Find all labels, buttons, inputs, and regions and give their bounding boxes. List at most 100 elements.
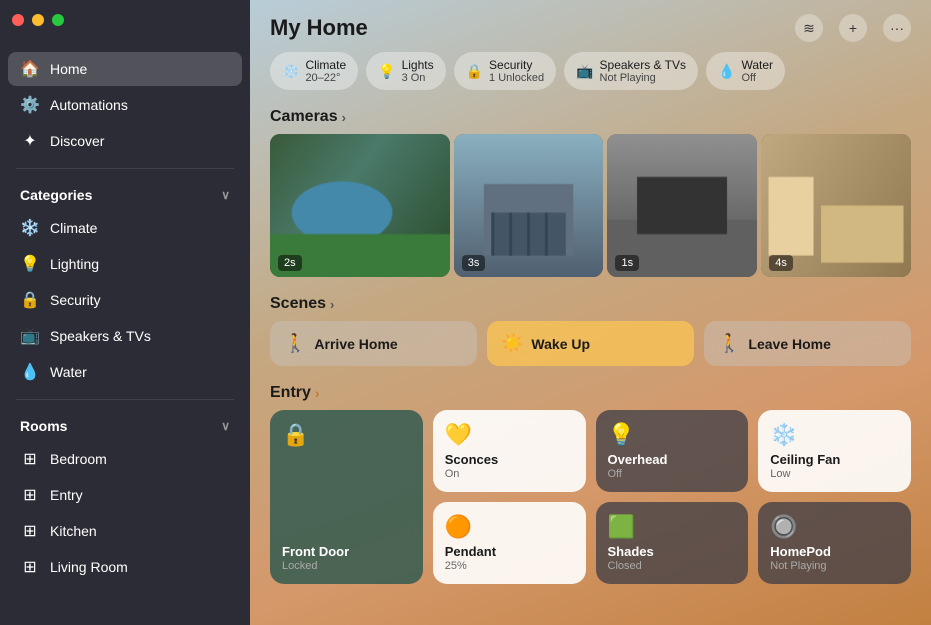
rooms-nav: ⊞Bedroom⊞Entry⊞Kitchen⊞Living Room: [0, 438, 250, 588]
homepod-icon: 🔘: [770, 514, 797, 540]
device-card-sconces[interactable]: 💛 Sconces On: [433, 410, 586, 492]
sidebar-item-water[interactable]: 💧Water: [8, 355, 242, 389]
leave-home-label: Leave Home: [748, 336, 830, 352]
sidebar-nav: 🏠Home⚙️Automations✦Discover: [0, 48, 250, 162]
sconces-status: On: [445, 468, 574, 480]
entry-label: Entry: [270, 384, 311, 402]
camera-1-label: 2s: [278, 255, 302, 271]
camera-3-label: 1s: [615, 255, 639, 271]
ellipsis-icon[interactable]: ···: [883, 14, 911, 42]
fullscreen-button[interactable]: [52, 14, 64, 26]
cameras-section-header[interactable]: Cameras ›: [250, 102, 931, 134]
categories-chevron: ∨: [221, 188, 230, 202]
scene-btn-leave-home[interactable]: 🚶Leave Home: [704, 321, 911, 366]
categories-header[interactable]: Categories ∨: [0, 175, 250, 207]
sidebar-item-automations[interactable]: ⚙️Automations: [8, 88, 242, 122]
sidebar-item-label: Security: [50, 292, 101, 308]
header-actions: ≋ + ···: [795, 14, 911, 42]
device-card-overhead[interactable]: 💡 Overhead Off: [596, 410, 749, 492]
scene-btn-wake-up[interactable]: ☀️ Wake Up: [487, 321, 694, 366]
scenes-chevron: ›: [330, 297, 334, 312]
overhead-icon: 💡: [608, 422, 635, 448]
shades-name: Shades: [608, 544, 737, 560]
rooms-label: Rooms: [20, 418, 67, 434]
device-card-ceiling-fan[interactable]: ❄️ Ceiling Fan Low: [758, 410, 911, 492]
lighting-icon: 💡: [20, 254, 40, 274]
waveform-icon[interactable]: ≋: [795, 14, 823, 42]
sidebar: 🏠Home⚙️Automations✦Discover Categories ∨…: [0, 0, 250, 625]
sidebar-item-home[interactable]: 🏠Home: [8, 52, 242, 86]
sidebar-item-label: Home: [50, 61, 87, 77]
sidebar-item-living-room[interactable]: ⊞ Living Room: [8, 550, 242, 584]
rooms-chevron: ∨: [221, 419, 230, 433]
entry-chevron: ›: [315, 385, 320, 401]
shades-icon: 🟩: [608, 514, 635, 540]
pendant-status: 25%: [445, 560, 574, 572]
close-button[interactable]: [12, 14, 24, 26]
cameras-label: Cameras: [270, 108, 338, 126]
camera-2-label: 3s: [462, 255, 486, 271]
scene-btn-arrive-home[interactable]: 🚶Arrive Home: [270, 321, 477, 366]
status-pill-climate[interactable]: ❄️ Climate 20–22°: [270, 52, 358, 90]
divider-rooms: [16, 399, 234, 400]
categories-label: Categories: [20, 187, 92, 203]
wake-up-icon: ☀️: [501, 333, 523, 354]
security-label: 1 Unlocked: [489, 72, 544, 84]
minimize-button[interactable]: [32, 14, 44, 26]
water-status-icon: 💧: [718, 63, 735, 80]
entry-section-header[interactable]: Entry ›: [250, 380, 931, 410]
sidebar-item-label: Water: [50, 364, 87, 380]
lights-status-icon: 💡: [378, 63, 395, 80]
homepod-status: Not Playing: [770, 560, 899, 572]
water-label: Off: [741, 72, 773, 84]
wake-up-label: Wake Up: [531, 336, 590, 352]
shades-status: Closed: [608, 560, 737, 572]
rooms-header[interactable]: Rooms ∨: [0, 406, 250, 438]
device-card-homepod[interactable]: 🔘 HomePod Not Playing: [758, 502, 911, 584]
sidebar-item-label: Living Room: [50, 559, 128, 575]
speakers-value: Speakers & TVs: [600, 58, 686, 72]
sidebar-item-discover[interactable]: ✦Discover: [8, 124, 242, 158]
ceiling-fan-icon: ❄️: [770, 422, 797, 448]
sidebar-item-climate[interactable]: ❄️Climate: [8, 211, 242, 245]
sidebar-item-label: Automations: [50, 97, 128, 113]
sidebar-item-kitchen[interactable]: ⊞Kitchen: [8, 514, 242, 548]
sidebar-item-bedroom[interactable]: ⊞Bedroom: [8, 442, 242, 476]
camera-4-label: 4s: [769, 255, 793, 271]
sidebar-item-label: Speakers & TVs: [50, 328, 151, 344]
ceiling-fan-name: Ceiling Fan: [770, 452, 899, 468]
status-pill-lights[interactable]: 💡 Lights 3 On: [366, 52, 445, 90]
camera-1[interactable]: 2s: [270, 134, 450, 277]
status-pill-security[interactable]: 🔒 Security 1 Unlocked: [454, 52, 556, 90]
sconces-name: Sconces: [445, 452, 574, 468]
status-pill-water[interactable]: 💧 Water Off: [706, 52, 785, 90]
entry-icon: ⊞: [20, 485, 40, 505]
device-card-pendant[interactable]: 🟠 Pendant 25%: [433, 502, 586, 584]
sconces-icon: 💛: [445, 422, 472, 448]
scenes-row: 🚶Arrive Home ☀️ Wake Up 🚶Leave Home: [250, 321, 931, 380]
camera-3[interactable]: 1s: [607, 134, 757, 277]
sidebar-item-label: Kitchen: [50, 523, 97, 539]
sidebar-item-speakers-tvs[interactable]: 📺Speakers & TVs: [8, 319, 242, 353]
main-header: My Home ≋ + ···: [250, 0, 931, 52]
scenes-section-header[interactable]: Scenes ›: [250, 289, 931, 321]
bedroom-icon: ⊞: [20, 449, 40, 469]
sidebar-item-entry[interactable]: ⊞Entry: [8, 478, 242, 512]
living-room-icon: ⊞: [20, 557, 40, 577]
homepod-name: HomePod: [770, 544, 899, 560]
lights-value: Lights: [402, 58, 434, 72]
climate-label: 20–22°: [305, 72, 346, 84]
sidebar-item-label: Discover: [50, 133, 104, 149]
plus-icon[interactable]: +: [839, 14, 867, 42]
device-card-front-door[interactable]: 🔒 Front Door Locked: [270, 410, 423, 583]
divider-categories: [16, 168, 234, 169]
water-value: Water: [741, 58, 773, 72]
sidebar-item-lighting[interactable]: 💡Lighting: [8, 247, 242, 281]
sidebar-item-security[interactable]: 🔒 Security: [8, 283, 242, 317]
status-pill-speakers[interactable]: 📺 Speakers & TVs Not Playing: [564, 52, 698, 90]
security-icon: 🔒: [20, 290, 40, 310]
page-title: My Home: [270, 15, 368, 41]
camera-2[interactable]: 3s: [454, 134, 604, 277]
device-card-shades[interactable]: 🟩 Shades Closed: [596, 502, 749, 584]
camera-4[interactable]: 4s: [761, 134, 911, 277]
